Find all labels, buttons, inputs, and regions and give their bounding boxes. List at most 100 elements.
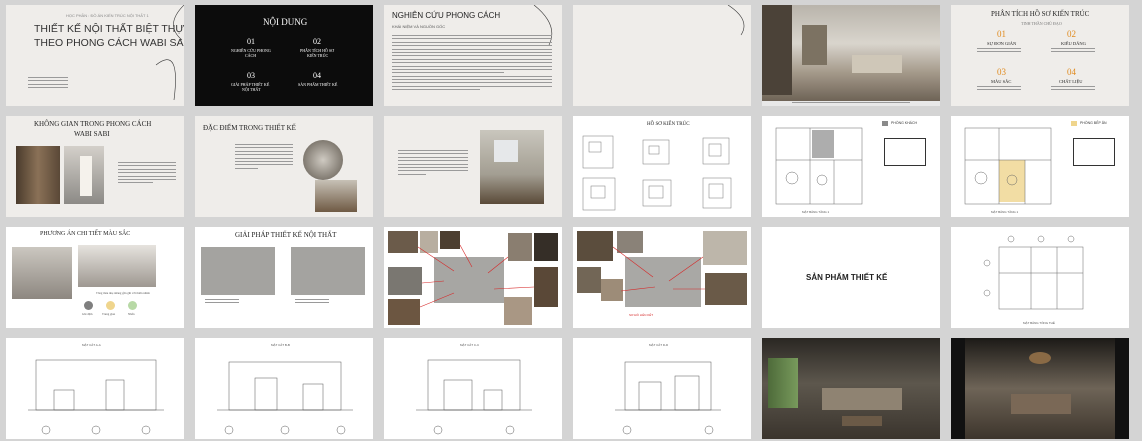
legend-swatch (1071, 121, 1077, 126)
slide-6-architecture-analysis[interactable]: PHÂN TÍCH HỒ SƠ KIẾN TRÚC TINH THẦN CHỦ … (951, 5, 1129, 106)
slide-13-color-scheme[interactable]: PHƯƠNG ÁN CHI TIẾT MÀU SẮC Tông màu nhẹ … (6, 227, 184, 328)
interior-photo (16, 146, 60, 204)
slide-1-title[interactable]: HỌC PHẦN : ĐỒ ÁN KIẾN TRÚC NỘI THẤT 1 TH… (6, 5, 184, 106)
course-header: HỌC PHẦN : ĐỒ ÁN KIẾN TRÚC NỘI THẤT 1 (66, 13, 149, 18)
slide-21-section-cc[interactable]: MẶT CẮT C-C (384, 338, 562, 439)
drawing-caption: MẶT CẮT D-D (649, 343, 669, 347)
slide-heading: PHÂN TÍCH HỒ SƠ KIẾN TRÚC (991, 10, 1090, 18)
item-desc (1051, 48, 1095, 55)
slide-20-section-bb[interactable]: MẶT CẮT B-B (195, 338, 373, 439)
render-sofa (822, 388, 902, 410)
drawing-caption: MẶT BẰNG TẦNG 1 (802, 210, 830, 214)
floor-plan (983, 235, 1084, 310)
slide-24-render-dining[interactable] (951, 338, 1129, 439)
slide-heading: PHƯƠNG ÁN CHI TIẾT MÀU SẮC (40, 231, 131, 237)
swatch-label: Trung gian (102, 312, 116, 316)
slide-16-linkage-diagram[interactable]: SƠ ĐỒ LIÊN KẾT (573, 227, 751, 328)
slide-title-line1: THIẾT KẾ NỘI THẤT BIỆT THỰ (34, 23, 184, 35)
elevation-sketch (201, 247, 275, 295)
photo-wall-panel (802, 25, 827, 65)
legend-label: PHÒNG KHÁCH (891, 121, 918, 125)
legend-swatch (882, 121, 888, 126)
item-label: KIỂU DÁNG (1061, 41, 1086, 46)
palette-caption: Tông màu nhẹ nhàng gần gũi với thiên nhi… (96, 291, 150, 295)
slide-22-section-dd[interactable]: MẶT CẮT D-D (573, 338, 751, 439)
slide-23-render-living[interactable] (762, 338, 940, 439)
item-desc (1051, 86, 1095, 93)
slide-title-line2: THEO PHONG CÁCH WABI SABI (34, 37, 184, 49)
drawing-caption: MẶT CẮT A-A (82, 343, 101, 347)
legend-label: PHÒNG BẾP ĂN (1080, 121, 1107, 125)
slide-heading: ĐẶC ĐIỂM TRONG THIẾT KẾ (203, 124, 296, 132)
paragraph-text (398, 150, 468, 177)
slide-17-design-product[interactable]: SẢN PHẨM THIẾT KẾ (762, 227, 940, 328)
item-label: SỰ ĐƠN GIẢN (987, 41, 1017, 46)
keyplan-box (884, 138, 926, 166)
slide-subheading: TINH THẦN CHỦ ĐẠO (1021, 21, 1062, 26)
render-table (842, 416, 882, 426)
slide-14-design-solution[interactable]: GIẢI PHÁP THIẾT KẾ NỘI THẤT (195, 227, 373, 328)
item-num: 02 (313, 37, 321, 46)
slide-5-interior-render[interactable] (762, 5, 940, 106)
slide-heading: WABI SABI (74, 130, 110, 138)
slide-18-master-plan[interactable]: MẶT BẰNG TỔNG THỂ (951, 227, 1129, 328)
slide-19-section-aa[interactable]: MẶT CẮT A-A (6, 338, 184, 439)
slide-4-blank[interactable] (573, 5, 751, 106)
elevation-sketch (291, 247, 365, 295)
item-label: KIẾN TRÚC (307, 53, 329, 58)
drawing-caption: MẶT CẮT C-C (460, 343, 480, 347)
swatch-label: Nhấn (128, 312, 135, 316)
connector-lines (417, 244, 535, 308)
slide-3-style-research[interactable]: NGHIÊN CỨU PHONG CÁCH KHÁI NIỆM VÀ NGUỒN… (384, 5, 562, 106)
item-label: MÀU SẮC (991, 79, 1012, 84)
section-drawing (217, 361, 353, 435)
slide-8-design-features[interactable]: ĐẶC ĐIỂM TRONG THIẾT KẾ (195, 116, 373, 217)
caption-text (792, 102, 910, 105)
slide-heading: GIẢI PHÁP THIẾT KẾ NỘI THẤT (235, 231, 337, 239)
slide-7-wabi-sabi-space[interactable]: KHÔNG GIAN TRONG PHONG CÁCH WABI SABI (6, 116, 184, 217)
section-drawing (416, 359, 532, 435)
connector-lines (612, 246, 705, 292)
item-desc (977, 48, 1021, 55)
interior-photo (12, 247, 72, 299)
slide-subheading: KHÁI NIỆM VÀ NGUỒN GỐC (392, 24, 446, 29)
contents-title: NỘI DUNG (263, 17, 308, 27)
slide-2-contents[interactable]: NỘI DUNG 01 NGHIÊN CỨU PHONG CÁCH 02 PHÂ… (195, 5, 373, 106)
photo-artwork (494, 140, 518, 162)
slide-15-material-board[interactable] (384, 227, 562, 328)
decorative-curve (155, 5, 184, 101)
item-label: NỘI THẤT (242, 87, 261, 92)
swatch-label: Ghi đậm (82, 312, 93, 316)
interior-photo (315, 180, 357, 212)
floor-plan-drawings (582, 135, 732, 211)
drawing-caption: MẶT BẰNG TẦNG 1 (991, 210, 1019, 214)
paragraph-text (118, 162, 176, 186)
photo-window (80, 156, 92, 196)
slide-10-architecture-drawings[interactable]: HỒ SƠ KIẾN TRÚC (573, 116, 751, 217)
keyplan-box (1073, 138, 1115, 166)
circle-photo (303, 140, 343, 180)
item-num: 04 (313, 71, 321, 80)
slide-11-floor-plan-living[interactable]: PHÒNG KHÁCH MẶT BẰNG TẦNG 1 (762, 116, 940, 217)
slide-heading: SẢN PHẨM THIẾT KẾ (806, 273, 888, 282)
paragraph-text (392, 35, 552, 93)
section-drawing (615, 361, 721, 435)
slide-12-floor-plan-kitchen[interactable]: PHÒNG BẾP ĂN MẶT BẰNG TẦNG 1 (951, 116, 1129, 217)
slide-heading: KHÔNG GIAN TRONG PHONG CÁCH (34, 120, 152, 128)
swatch-mid (106, 301, 115, 310)
slide-heading: NGHIÊN CỨU PHONG CÁCH (392, 11, 501, 20)
author-info (28, 77, 68, 91)
item-label: CÁCH (245, 53, 257, 58)
slide-9-decor[interactable] (384, 116, 562, 217)
item-num: 01 (247, 37, 255, 46)
item-num: 03 (997, 67, 1006, 77)
diagram-caption: SƠ ĐỒ LIÊN KẾT (629, 313, 654, 317)
item-label: CHẤT LIỆU (1059, 79, 1083, 84)
swatch-dark (84, 301, 93, 310)
item-desc (977, 86, 1021, 93)
photo-shadow (762, 5, 792, 95)
slide-sorter-grid: HỌC PHẦN : ĐỒ ÁN KIẾN TRÚC NỘI THẤT 1 TH… (6, 5, 1129, 439)
render-pendant-lamp (1029, 352, 1051, 364)
render-window (768, 358, 798, 408)
interior-photo (78, 245, 156, 287)
